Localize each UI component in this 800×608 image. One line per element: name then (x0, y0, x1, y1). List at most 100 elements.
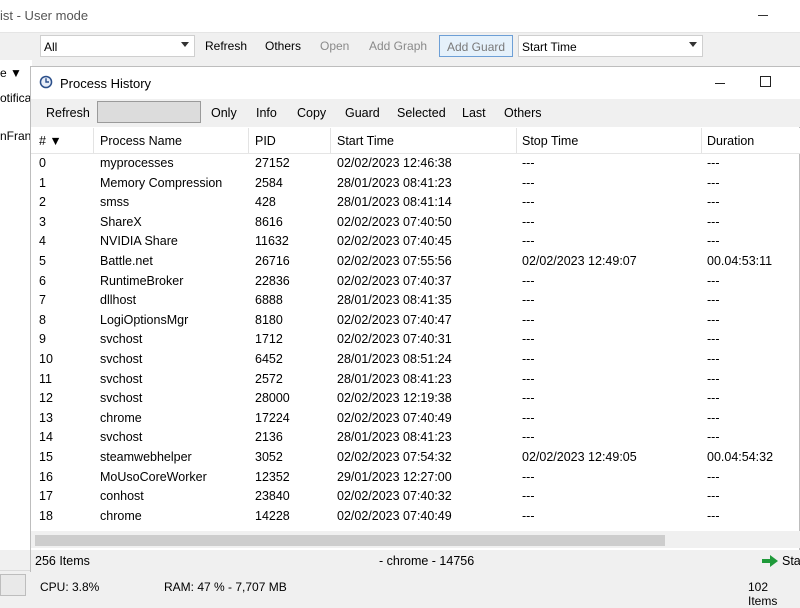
table-row[interactable]: 16 MoUsoCoreWorker 12352 29/01/2023 12:2… (31, 467, 800, 487)
only-button[interactable]: Only (211, 106, 237, 120)
cell-index: 6 (39, 273, 46, 288)
column-divider[interactable] (516, 128, 517, 153)
sort-combo-value: Start Time (522, 40, 577, 54)
start-button[interactable]: Star (782, 554, 800, 568)
main-add-graph-button[interactable]: Add Graph (369, 39, 427, 53)
cell-index: 1 (39, 175, 46, 190)
table-row[interactable]: 4 NVIDIA Share 11632 02/02/2023 07:40:45… (31, 231, 800, 251)
cell-start-time: 28/01/2023 08:41:23 (337, 175, 452, 190)
minimize-icon[interactable] (713, 76, 727, 90)
main-others-button[interactable]: Others (265, 39, 301, 53)
cell-stop-time: --- (522, 469, 535, 484)
cell-pid: 6452 (255, 352, 283, 366)
column-header-process-name[interactable]: Process Name (100, 134, 182, 148)
main-add-guard-button[interactable]: Add Guard (439, 35, 514, 57)
table-row[interactable]: 1 Memory Compression 2584 28/01/2023 08:… (31, 173, 800, 193)
last-button[interactable]: Last (462, 106, 486, 120)
cell-start-time: 28/01/2023 08:51:24 (337, 352, 452, 366)
cell-stop-time: 02/02/2023 12:49:07 (522, 254, 637, 268)
table-row[interactable]: 17 conhost 23840 02/02/2023 07:40:32 ---… (31, 486, 800, 506)
column-header-duration[interactable]: Duration (707, 134, 754, 148)
table-row[interactable]: 13 chrome 17224 02/02/2023 07:40:49 --- … (31, 408, 800, 428)
main-refresh-button[interactable]: Refresh (205, 39, 247, 53)
cell-index: 8 (39, 312, 46, 327)
cell-stop-time: --- (522, 508, 535, 523)
main-minimize-icon[interactable] (756, 7, 770, 23)
cell-stop-time: --- (522, 293, 535, 308)
cell-start-time: 02/02/2023 07:40:49 (337, 410, 452, 425)
selected-button[interactable]: Selected (397, 106, 446, 120)
table-row[interactable]: 9 svchost 1712 02/02/2023 07:40:31 --- -… (31, 329, 800, 349)
cell-stop-time: --- (522, 234, 535, 249)
cell-duration: --- (707, 156, 720, 170)
column-header-index[interactable]: # ▼ (39, 134, 62, 148)
maximize-icon[interactable] (759, 75, 771, 87)
cell-index: 10 (39, 352, 53, 366)
cell-pid: 3052 (255, 450, 283, 464)
sort-combo[interactable]: Start Time (518, 35, 703, 57)
process-history-titlebar[interactable]: Process History (31, 67, 800, 99)
cell-pid: 23840 (255, 489, 290, 504)
main-toolbar: All Refresh Others Open Add Graph Add Gu… (0, 33, 800, 59)
table-row[interactable]: 14 svchost 2136 28/01/2023 08:41:23 --- … (31, 427, 800, 447)
main-titlebar: ist - User mode (0, 0, 800, 33)
column-divider[interactable] (330, 128, 331, 153)
cell-index: 15 (39, 450, 53, 464)
cell-duration: 00.04:53:11 (707, 254, 773, 268)
column-header-start-time[interactable]: Start Time (337, 134, 394, 148)
status-input[interactable] (0, 574, 26, 596)
column-divider[interactable] (93, 128, 94, 153)
table-row[interactable]: 6 RuntimeBroker 22836 02/02/2023 07:40:3… (31, 271, 800, 291)
cell-stop-time: --- (522, 273, 535, 288)
column-divider[interactable] (701, 128, 702, 153)
cell-process-name: Battle.net (100, 254, 153, 268)
table-row[interactable]: 11 svchost 2572 28/01/2023 08:41:23 --- … (31, 369, 800, 389)
arrow-right-icon[interactable] (762, 555, 778, 567)
column-header-stop-time[interactable]: Stop Time (522, 134, 578, 148)
scrollbar-thumb[interactable] (35, 535, 665, 546)
cell-pid: 8180 (255, 312, 283, 327)
cell-process-name: Memory Compression (100, 175, 223, 190)
cell-process-name: ShareX (100, 214, 142, 229)
cell-start-time: 29/01/2023 12:27:00 (337, 469, 452, 484)
cell-duration: --- (707, 273, 720, 288)
table-row[interactable]: 18 chrome 14228 02/02/2023 07:40:49 --- … (31, 506, 800, 526)
guard-button[interactable]: Guard (345, 106, 380, 120)
table-row[interactable]: 0 myprocesses 27152 02/02/2023 12:46:38 … (31, 153, 800, 173)
cell-duration: --- (707, 410, 720, 425)
table-row[interactable]: 7 dllhost 6888 28/01/2023 08:41:35 --- -… (31, 290, 800, 310)
selected-process-status: - chrome - 14756 (379, 554, 475, 568)
column-header-pid[interactable]: PID (255, 134, 276, 148)
filter-combo[interactable]: All (40, 35, 195, 57)
main-left-column-header[interactable]: e ▼ (0, 66, 22, 80)
table-row[interactable]: 10 svchost 6452 28/01/2023 08:51:24 --- … (31, 349, 800, 369)
table-row[interactable]: 2 smss 428 28/01/2023 08:41:14 --- --- (31, 192, 800, 212)
cell-index: 3 (39, 214, 46, 229)
refresh-button[interactable]: Refresh (46, 106, 90, 120)
cell-process-name: NVIDIA Share (100, 234, 178, 249)
column-divider[interactable] (248, 128, 249, 153)
table-row[interactable]: 15 steamwebhelper 3052 02/02/2023 07:54:… (31, 447, 800, 467)
info-button[interactable]: Info (256, 106, 277, 120)
cell-process-name: svchost (100, 352, 143, 366)
cell-stop-time: --- (522, 175, 535, 190)
others-button[interactable]: Others (504, 106, 542, 120)
cell-duration: 00.04:54:32 (707, 450, 774, 464)
table-row[interactable]: 8 LogiOptionsMgr 8180 02/02/2023 07:40:4… (31, 310, 800, 330)
table-row[interactable]: 3 ShareX 8616 02/02/2023 07:40:50 --- --… (31, 212, 800, 232)
horizontal-scrollbar[interactable] (31, 531, 800, 548)
cell-pid: 26716 (255, 254, 290, 268)
cell-duration: --- (707, 352, 720, 366)
copy-button[interactable]: Copy (297, 106, 326, 120)
cell-process-name: smss (100, 195, 130, 210)
cell-process-name: svchost (100, 332, 143, 347)
filter-combo-value: All (44, 40, 58, 54)
filter-input[interactable] (97, 101, 201, 123)
process-history-toolbar: Refresh Only Info Copy Guard Selected La… (31, 99, 800, 127)
table-row[interactable]: 5 Battle.net 26716 02/02/2023 07:55:56 0… (31, 251, 800, 271)
cell-start-time: 02/02/2023 12:19:38 (337, 391, 452, 406)
chevron-down-icon (689, 42, 697, 47)
table-row[interactable]: 12 svchost 28000 02/02/2023 12:19:38 ---… (31, 388, 800, 408)
main-open-button[interactable]: Open (320, 39, 349, 53)
cell-start-time: 02/02/2023 07:40:37 (337, 273, 452, 288)
